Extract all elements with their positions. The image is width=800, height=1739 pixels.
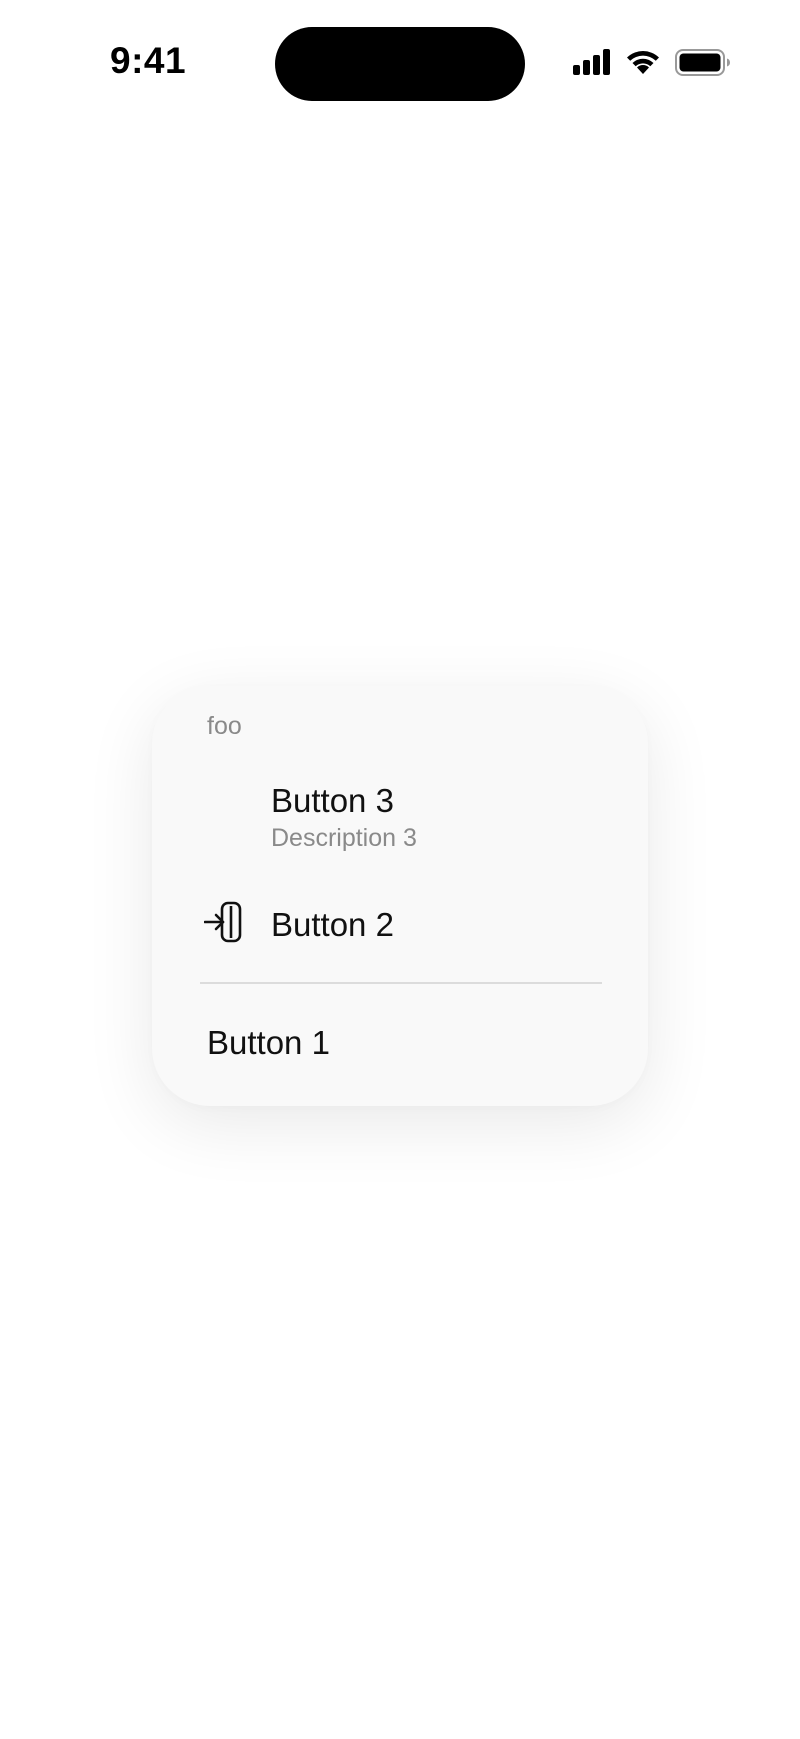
menu-item-button-3[interactable]: Button 3 Description 3 <box>152 782 648 882</box>
menu-header: foo <box>207 712 242 740</box>
status-time: 9:41 <box>110 40 187 81</box>
menu-item-label: Button 1 <box>207 1024 330 1061</box>
battery-icon <box>675 49 730 76</box>
context-menu: foo Button 3 Description 3 Button 2 Butt… <box>152 686 648 1106</box>
menu-divider <box>200 982 602 984</box>
wifi-icon <box>627 51 659 74</box>
dynamic-island <box>275 27 525 101</box>
menu-item-label: Button 2 <box>271 906 394 943</box>
cellular-signal-icon <box>573 49 610 75</box>
menu-item-button-1[interactable]: Button 1 <box>152 1012 648 1092</box>
sign-in-icon <box>204 901 242 943</box>
menu-item-label: Button 3 <box>271 782 394 819</box>
status-bar: 9:41 <box>0 0 800 130</box>
menu-item-description: Description 3 <box>271 824 417 852</box>
menu-item-button-2[interactable]: Button 2 <box>152 892 648 958</box>
